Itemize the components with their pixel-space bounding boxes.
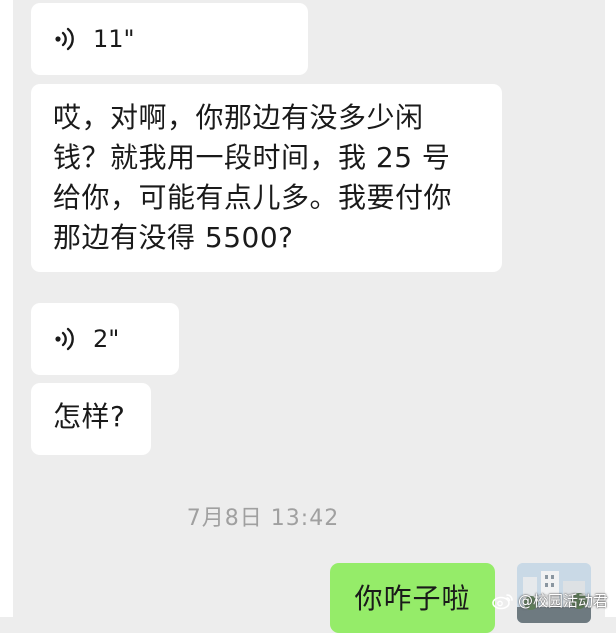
watermark-text: @校园活动君	[517, 592, 608, 610]
text-message-bubble[interactable]: 哎，对啊，你那边有没多少闲 钱？就我用一段时间，我 25 号 给你，可能有点儿多…	[31, 84, 502, 272]
sent-message-text: 你咋子啦	[354, 582, 471, 615]
message-text: 怎样?	[53, 400, 126, 433]
voice-wave-icon	[55, 27, 74, 51]
voice-message-bubble[interactable]: 2"	[31, 303, 179, 375]
weibo-logo-icon	[492, 593, 513, 609]
voice-wave-icon	[55, 327, 74, 351]
right-edge	[605, 0, 616, 617]
message-line: 钱？就我用一段时间，我 25 号	[53, 141, 451, 174]
text-message-bubble[interactable]: 怎样?	[31, 383, 151, 455]
sent-message-bubble[interactable]: 你咋子啦	[330, 563, 495, 633]
message-line: 哎，对啊，你那边有没多少闲	[53, 101, 424, 134]
voice-duration: 11"	[93, 25, 135, 53]
message-line: 那边有没得 5500?	[53, 221, 294, 254]
message-line: 给你，可能有点儿多。我要付你	[53, 181, 453, 214]
chat-timestamp: 7月8日 13:42	[186, 506, 340, 531]
voice-message-bubble[interactable]: 11"	[31, 3, 308, 75]
watermark: @校园活动君	[492, 590, 608, 611]
voice-duration: 2"	[93, 325, 120, 353]
